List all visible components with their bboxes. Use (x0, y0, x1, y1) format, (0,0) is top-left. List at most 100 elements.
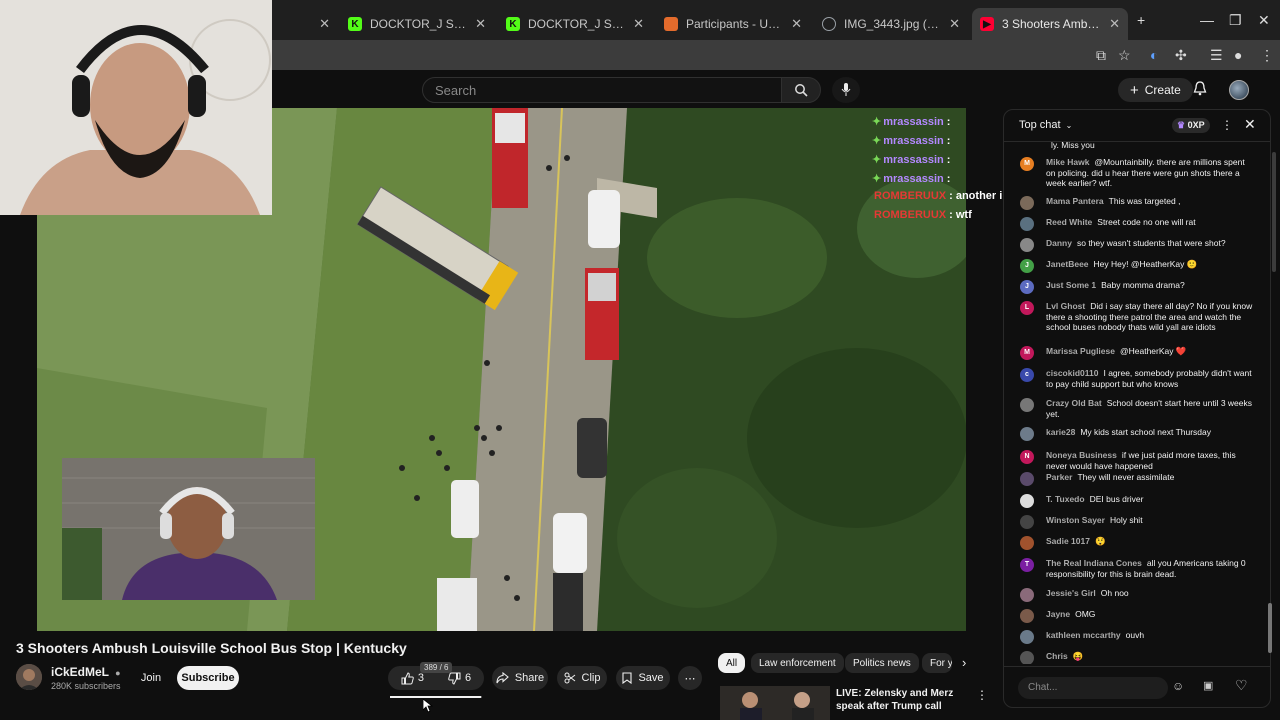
recommended-video-title[interactable]: LIVE: Zelensky and Merz speak after Trum… (836, 687, 974, 713)
chip-for-you[interactable]: For y (922, 653, 952, 673)
chat-avatar[interactable] (1020, 536, 1034, 550)
chat-message[interactable]: Crazy Old Bat School doesn't start here u… (1018, 398, 1254, 419)
close-tab-icon[interactable]: ✕ (633, 16, 644, 32)
chat-message[interactable]: T The Real Indiana Cones all you Americans… (1018, 558, 1254, 579)
chat-author[interactable]: Parker (1046, 472, 1072, 482)
chat-message[interactable]: T. Tuxedo DEI bus driver (1018, 494, 1254, 508)
chat-message[interactable]: Jayne OMG (1018, 609, 1254, 623)
close-window-icon[interactable]: ✕ (1258, 12, 1270, 29)
chat-message[interactable]: Reed White Street code no one will rat (1018, 217, 1254, 231)
chat-author[interactable]: Danny (1046, 238, 1072, 248)
chat-message[interactable]: Parker They will never assimilate (1018, 472, 1254, 486)
chat-author[interactable]: Crazy Old Bat (1046, 398, 1102, 408)
chat-message[interactable]: kathleen mccarthy ouvh (1018, 630, 1254, 644)
chat-input[interactable]: Chat... (1018, 677, 1168, 699)
chat-menu-icon[interactable]: ⋮ (1221, 118, 1233, 132)
chat-avatar[interactable] (1020, 217, 1034, 231)
reading-list-icon[interactable]: ☰ (1210, 47, 1223, 64)
chat-author[interactable]: Sadie 1017 (1046, 536, 1090, 546)
chat-avatar[interactable] (1020, 494, 1034, 508)
chat-avatar[interactable] (1020, 427, 1034, 441)
browser-menu-icon[interactable]: ⋮ (1260, 47, 1274, 64)
save-button[interactable]: Save (616, 666, 670, 690)
close-tab-icon[interactable]: ✕ (319, 16, 330, 32)
close-chat-icon[interactable]: ✕ (1244, 116, 1256, 133)
search-button[interactable] (781, 77, 821, 103)
chat-author[interactable]: kathleen mccarthy (1046, 630, 1121, 640)
chat-author[interactable]: Lvl Ghost (1046, 301, 1085, 311)
chat-avatar[interactable]: J (1020, 259, 1034, 273)
chat-message[interactable]: N Noneya Business if we just paid more tax… (1018, 450, 1254, 471)
user-avatar[interactable] (1229, 80, 1249, 100)
bookmark-star-icon[interactable]: ☆ (1118, 47, 1131, 64)
chat-author[interactable]: JanetBeee (1046, 259, 1089, 269)
like-button[interactable]: 3 (401, 671, 424, 685)
channel-avatar[interactable] (16, 664, 42, 690)
close-tab-icon[interactable]: ✕ (1109, 16, 1120, 32)
chat-message[interactable]: karie28 My kids start school next Thursda… (1018, 427, 1254, 441)
chat-message[interactable]: Sadie 1017 😲 (1018, 536, 1254, 550)
chat-mode-dropdown[interactable]: Top chat ⌄ (1019, 119, 1072, 131)
browser-tab[interactable]: Participants - UK Qualifier : AOI... ✕ (656, 8, 810, 40)
voice-search-button[interactable] (832, 77, 860, 103)
extension-icon[interactable]: ◐ (1150, 47, 1158, 63)
chip-all[interactable]: All (718, 653, 746, 673)
chat-author[interactable]: Jessie's Girl (1046, 588, 1096, 598)
chat-message[interactable]: Chris 😝 (1018, 651, 1254, 664)
install-app-icon[interactable]: ⧉ (1096, 47, 1106, 64)
chat-author[interactable]: Reed White (1046, 217, 1092, 227)
chat-author[interactable]: Jayne (1046, 609, 1070, 619)
chat-message[interactable]: c ciscokid0110 I agree, somebody probably … (1018, 368, 1254, 389)
chat-message[interactable]: Jessie's Girl Oh noo (1018, 588, 1254, 602)
new-tab-icon[interactable]: + (1137, 12, 1145, 28)
minimize-icon[interactable]: — (1200, 12, 1214, 28)
chat-author[interactable]: Just Some 1 (1046, 280, 1096, 290)
heart-icon[interactable]: ♡ (1235, 677, 1248, 694)
profile-icon[interactable]: ● (1234, 47, 1242, 63)
chat-author[interactable]: Noneya Business (1046, 450, 1117, 460)
notifications-bell-icon[interactable] (1193, 81, 1207, 99)
create-button[interactable]: + Create (1118, 78, 1193, 102)
chat-author[interactable]: karie28 (1046, 427, 1075, 437)
puzzle-icon[interactable]: ✣ (1175, 47, 1187, 64)
chat-scrollbar[interactable] (1268, 603, 1272, 653)
chat-message[interactable]: Winston Sayer Holy shit (1018, 515, 1254, 529)
chat-avatar[interactable] (1020, 609, 1034, 623)
chat-avatar[interactable] (1020, 515, 1034, 529)
chat-author[interactable]: Mike Hawk (1046, 157, 1089, 167)
dislike-button[interactable]: 6 (448, 672, 471, 685)
channel-name[interactable]: iCkEdMeL ● (51, 665, 121, 679)
chat-avatar[interactable]: N (1020, 450, 1034, 464)
chat-avatar[interactable]: J (1020, 280, 1034, 294)
chat-avatar[interactable] (1020, 472, 1034, 486)
restore-icon[interactable]: ❐ (1229, 12, 1242, 29)
chat-message[interactable]: M Marissa Pugliese @HeatherKay ❤️ (1018, 346, 1254, 360)
chat-message[interactable]: Danny so they wasn't students that were s… (1018, 238, 1254, 252)
chat-avatar[interactable] (1020, 196, 1034, 210)
super-chat-icon[interactable]: ▣ (1203, 679, 1213, 692)
chat-avatar[interactable]: M (1020, 157, 1034, 171)
recommended-video-thumbnail[interactable] (720, 686, 830, 720)
chat-author[interactable]: Mama Pantera (1046, 196, 1104, 206)
browser-tab[interactable]: K DOCKTOR_J Stream - Watch Li... ✕ (340, 8, 494, 40)
chat-avatar[interactable] (1020, 630, 1034, 644)
emoji-icon[interactable]: ☺ (1172, 679, 1184, 693)
close-tab-icon[interactable]: ✕ (949, 16, 960, 32)
chat-author[interactable]: The Real Indiana Cones (1046, 558, 1142, 568)
search-input[interactable]: Search (422, 77, 782, 103)
chat-author[interactable]: Chris (1046, 651, 1068, 661)
chat-avatar[interactable] (1020, 238, 1034, 252)
chat-author[interactable]: ciscokid0110 (1046, 368, 1098, 378)
chat-author[interactable]: Winston Sayer (1046, 515, 1105, 525)
more-actions-button[interactable]: ⋯ (678, 666, 702, 690)
chat-message[interactable]: J Just Some 1 Baby momma drama? (1018, 280, 1254, 294)
browser-tab[interactable]: ▶ 3 Shooters Ambush Louisville S... ✕ (972, 8, 1128, 40)
close-tab-icon[interactable]: ✕ (475, 16, 486, 32)
close-tab-icon[interactable]: ✕ (791, 16, 802, 32)
subscribe-button[interactable]: Subscribe (177, 666, 239, 690)
chat-message[interactable]: J JanetBeee Hey Hey! @HeatherKay 🙂 (1018, 259, 1254, 273)
chat-avatar[interactable] (1020, 588, 1034, 602)
chat-message[interactable]: M Mike Hawk @Mountainbilly. there are mill… (1018, 157, 1254, 189)
browser-tab[interactable]: ✕ (276, 8, 338, 40)
chat-author[interactable]: T. Tuxedo (1046, 494, 1085, 504)
